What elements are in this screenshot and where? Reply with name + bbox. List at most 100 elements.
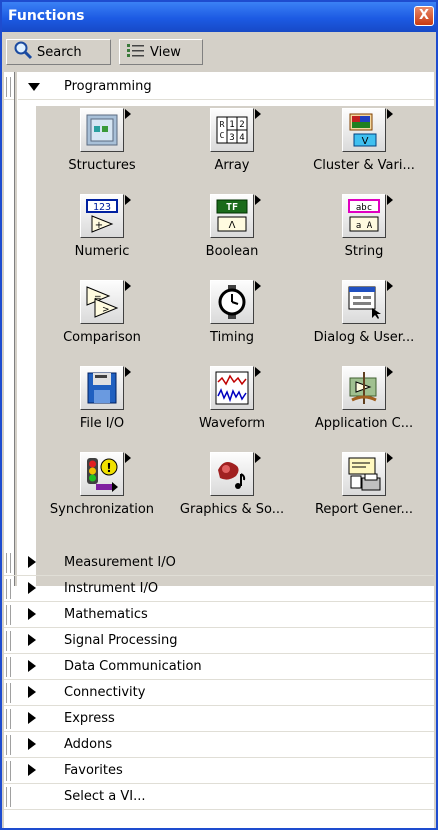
palette-item-label: String [344, 244, 384, 259]
palette-item-structures[interactable]: Structures [36, 108, 168, 194]
view-label: View [150, 44, 181, 60]
palette-item-label: Comparison [63, 330, 141, 345]
palette-item-label: Array [214, 158, 250, 173]
subpalette-arrow-icon [125, 195, 131, 205]
palette-item-file-io[interactable]: File I/O [36, 366, 168, 452]
palette-item-string[interactable]: abc a A String [298, 194, 430, 280]
category-express[interactable]: Express [4, 706, 434, 732]
category-label: Addons [64, 737, 113, 752]
palette-item-timing[interactable]: Timing [166, 280, 298, 366]
category-grip [6, 579, 11, 599]
synchronization-icon[interactable]: ! [80, 452, 131, 496]
category-addons[interactable]: Addons [4, 732, 434, 758]
waveform-icon[interactable] [210, 366, 261, 410]
svg-text:R: R [220, 120, 225, 129]
structures-icon[interactable] [80, 108, 131, 152]
category-label: Measurement I/O [64, 555, 176, 570]
category-label: Data Communication [64, 659, 202, 674]
palette-item-cluster[interactable]: V Cluster & Vari... [298, 108, 430, 194]
category-label: Express [64, 711, 115, 726]
search-label: Search [37, 44, 82, 60]
palette-item-label: Numeric [74, 244, 130, 259]
collapsed-triangle-icon[interactable] [28, 660, 36, 672]
application-control-icon[interactable] [342, 366, 393, 410]
category-label: Select a VI... [64, 789, 146, 804]
collapsed-triangle-icon[interactable] [28, 764, 36, 776]
array-icon[interactable]: R12 C34 [210, 108, 261, 152]
palette-item-label: Application C... [314, 416, 414, 431]
svg-text:1: 1 [229, 120, 234, 130]
subpalette-arrow-icon [125, 109, 131, 119]
string-icon[interactable]: abc a A [342, 194, 393, 238]
category-connectivity[interactable]: Connectivity [4, 680, 434, 706]
palette-item-graphics-sound[interactable]: Graphics & So... [166, 452, 298, 538]
left-divider [14, 72, 18, 586]
category-label: Connectivity [64, 685, 146, 700]
collapsed-triangle-icon[interactable] [28, 738, 36, 750]
category-favorites[interactable]: Favorites [4, 758, 434, 784]
palette-item-application-control[interactable]: Application C... [298, 366, 430, 452]
palette-item-boolean[interactable]: TF Λ Boolean [166, 194, 298, 280]
category-grip [6, 683, 11, 703]
svg-text:>: > [102, 305, 110, 315]
collapsed-triangle-icon[interactable] [28, 556, 36, 568]
svg-text:Λ: Λ [229, 220, 236, 231]
collapsed-triangle-icon[interactable] [28, 608, 36, 620]
category-signal-processing[interactable]: Signal Processing [4, 628, 434, 654]
palette-item-comparison[interactable]: = > Comparison [36, 280, 168, 366]
palette-item-dialog[interactable]: Dialog & User... [298, 280, 430, 366]
palette-item-array[interactable]: R 1 2 C 3 4 Array [166, 108, 298, 194]
dialog-icon[interactable] [342, 280, 393, 324]
palette-item-label: Waveform [199, 416, 265, 431]
collapsed-triangle-icon[interactable] [28, 712, 36, 724]
palette-item-report-generation[interactable]: Report Gener... [298, 452, 430, 538]
category-programming[interactable]: Programming [4, 74, 434, 100]
palette-item-label: Report Gener... [314, 502, 414, 517]
category-label: Signal Processing [64, 633, 178, 648]
magnifier-icon [13, 40, 33, 64]
category-data-communication[interactable]: Data Communication [4, 654, 434, 680]
category-grip [6, 761, 11, 781]
svg-text:abc: abc [356, 203, 372, 213]
timing-icon[interactable] [210, 280, 261, 324]
svg-text:TF: TF [226, 202, 238, 213]
collapsed-triangle-icon[interactable] [28, 686, 36, 698]
palette-item-synchronization[interactable]: ! Synchronization [36, 452, 168, 538]
subpalette-arrow-icon [387, 195, 393, 205]
subpalette-arrow-icon [255, 195, 261, 205]
category-select-a-vi[interactable]: Select a VI... [4, 784, 434, 810]
category-measurement-i-o[interactable]: Measurement I/O [4, 550, 434, 576]
subpalette-arrow-icon [255, 367, 261, 377]
category-instrument-i-o[interactable]: Instrument I/O [4, 576, 434, 602]
category-grip [6, 77, 11, 97]
cluster-icon[interactable]: V [342, 108, 393, 152]
palette-item-label: Graphics & So... [179, 502, 285, 517]
palette-item-numeric[interactable]: 123 + Numeric [36, 194, 168, 280]
subpalette-arrow-icon [125, 281, 131, 291]
palette-item-waveform[interactable]: Waveform [166, 366, 298, 452]
palette-item-label: Timing [210, 330, 254, 345]
report-generation-icon[interactable] [342, 452, 393, 496]
expanded-triangle-icon[interactable] [28, 83, 40, 91]
svg-text:3: 3 [229, 133, 234, 143]
title-bar[interactable]: Functions X [2, 2, 436, 32]
close-button[interactable]: X [414, 6, 434, 26]
file-io-icon[interactable] [80, 366, 131, 410]
collapsed-triangle-icon[interactable] [28, 582, 36, 594]
category-mathematics[interactable]: Mathematics [4, 602, 434, 628]
category-grip [6, 657, 11, 677]
subpalette-arrow-icon [125, 367, 131, 377]
subpalette-arrow-icon [387, 109, 393, 119]
category-label: Instrument I/O [64, 581, 159, 596]
subpalette-arrow-icon [125, 453, 131, 463]
category-grip [6, 735, 11, 755]
search-button[interactable]: Search [6, 39, 111, 65]
boolean-icon[interactable]: TF Λ [210, 194, 261, 238]
svg-text:C: C [220, 131, 225, 140]
numeric-icon[interactable]: 123 + [80, 194, 131, 238]
palette-item-label: Structures [68, 158, 136, 173]
comparison-icon[interactable]: = > [80, 280, 131, 324]
graphics-sound-icon[interactable] [210, 452, 261, 496]
collapsed-triangle-icon[interactable] [28, 634, 36, 646]
view-button[interactable]: View [119, 39, 203, 65]
